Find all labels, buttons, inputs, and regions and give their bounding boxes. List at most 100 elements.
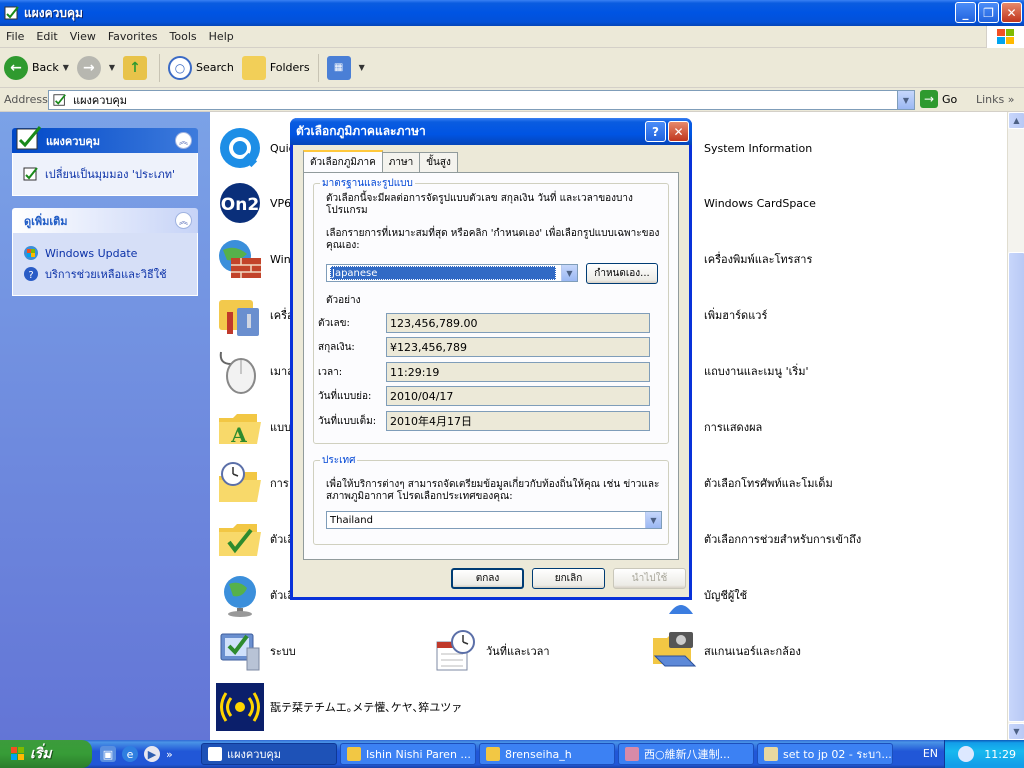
scroll-down-icon[interactable]: ▼ (1008, 723, 1024, 740)
menu-file[interactable]: File (0, 30, 30, 43)
task-label: set to jp 02 - ระบา... (783, 748, 892, 761)
start-button[interactable]: เริ่ม (0, 740, 92, 768)
task-control-panel[interactable]: แผงควบคุม (201, 743, 337, 765)
menu-view[interactable]: View (64, 30, 102, 43)
task-app-3[interactable]: 西○維新八連制... (618, 743, 754, 765)
phone-modem-label: ตัวเลือกโทรศัพท์และโมเด็ม (704, 477, 833, 490)
windows-update-link[interactable]: Windows Update (23, 245, 187, 261)
windows-logo-icon (986, 26, 1024, 48)
see-also-section-header[interactable]: ดูเพิ่มเติม (12, 208, 198, 233)
system-icon (216, 627, 264, 675)
format-select[interactable]: Japanese ▼ (326, 264, 578, 282)
maximize-button[interactable]: ❐ (978, 2, 999, 23)
regional-language-dialog: ตัวเลือกภูมิภาคและภาษา ? ✕ ตัวเลือกภูมิภ… (290, 118, 692, 600)
regional-options-item[interactable]: ตัวเลื (216, 571, 294, 619)
vp6-item[interactable]: On2 VP6 (216, 179, 291, 227)
menu-tools[interactable]: Tools (164, 30, 203, 43)
go-label: Go (942, 92, 958, 106)
show-desktop-icon[interactable]: ▣ (100, 746, 116, 762)
address-dropdown-icon[interactable]: ▼ (897, 91, 914, 109)
help-and-support-link[interactable]: ? บริการช่วยเหลือและวิธีใช้ (23, 265, 187, 283)
customize-button[interactable]: กำหนดเอง... (586, 263, 658, 284)
vp6-label: VP6 (270, 196, 292, 210)
close-button[interactable]: ✕ (1001, 2, 1022, 23)
format-selected-value: Japanese (330, 266, 556, 280)
task-paint[interactable]: set to jp 02 - ระบา... (757, 743, 893, 765)
window-titlebar[interactable]: แผงควบคุม _ ❐ ✕ (0, 0, 1024, 26)
search-button[interactable]: ○ Search (164, 51, 238, 85)
media-player-icon[interactable]: ▶ (144, 746, 160, 762)
tray-expand-icon[interactable] (958, 746, 975, 762)
switch-to-category-view-link[interactable]: เปลี่ยนเป็นมุมมอง 'ประเภท' (23, 165, 187, 183)
quicktime-item[interactable]: Quic (216, 124, 295, 172)
see-also-section: ดูเพิ่มเติม ︽ Windows Update ? บริการช่ว… (12, 208, 198, 296)
forward-arrow-icon: → (76, 55, 101, 80)
dialog-close-button[interactable]: ✕ (668, 121, 689, 142)
collapse-chevron-icon[interactable]: ︽ (175, 212, 192, 229)
quick-launch-more-icon[interactable]: » (166, 748, 173, 761)
administrative-tools-icon (216, 291, 264, 339)
control-panel-section-title: แผงควบคุม (46, 134, 101, 148)
menu-edit[interactable]: Edit (30, 30, 63, 43)
views-dropdown-icon[interactable]: ▼ (359, 63, 365, 72)
clock[interactable]: 11:29 (984, 748, 1016, 761)
scheduled-tasks-item[interactable]: การ (216, 459, 289, 507)
scroll-thumb[interactable] (1008, 252, 1024, 722)
dialog-tabs: ตัวเลือกภูมิภาค ภาษา ขั้นสูง (303, 150, 458, 172)
admin-tools-item[interactable]: เครื่อ (216, 291, 294, 339)
location-legend: ประเทศ (322, 455, 356, 466)
address-input[interactable]: แผงควบคุม ▼ (48, 90, 915, 110)
location-dropdown-icon[interactable]: ▼ (645, 512, 661, 528)
scroll-up-icon[interactable]: ▲ (1008, 112, 1024, 129)
forward-dropdown-icon[interactable]: ▼ (109, 63, 115, 72)
minimize-button[interactable]: _ (955, 2, 976, 23)
date-and-time-icon (432, 627, 480, 675)
task-label: 西○維新八連制... (644, 748, 731, 761)
language-indicator[interactable]: EN (923, 747, 938, 760)
date-time-item[interactable]: วันที่และเวลา (432, 627, 550, 675)
apply-button[interactable]: นำไปใช้ (613, 568, 686, 589)
mouse-item[interactable]: เมาส์ (216, 347, 294, 395)
control-panel-icon (4, 6, 19, 20)
task-label: 8renseiha_h (505, 747, 572, 761)
windows-firewall-item[interactable]: Wind (216, 235, 298, 283)
forward-button[interactable]: → ▼ (73, 51, 119, 85)
scheduled-tasks-icon (216, 459, 264, 507)
back-button[interactable]: ← Back ▼ (0, 51, 73, 85)
folders-button[interactable]: Folders (238, 51, 314, 85)
tab-languages[interactable]: ภาษา (381, 152, 421, 172)
format-dropdown-icon[interactable]: ▼ (561, 265, 577, 281)
scanners-cameras-item[interactable]: สแกนเนอร์และกล้อง (650, 627, 801, 675)
internet-explorer-icon[interactable]: e (122, 746, 138, 762)
collapse-chevron-icon[interactable]: ︽ (175, 132, 192, 149)
system-tray: 11:29 (944, 740, 1024, 768)
vertical-scrollbar[interactable]: ▲ ▼ (1007, 112, 1024, 740)
location-select[interactable]: Thailand ▼ (326, 511, 662, 529)
up-folder-button[interactable]: ↑ (119, 51, 155, 85)
switch-to-category-view-label: เปลี่ยนเป็นมุมมอง 'ประเภท' (45, 168, 176, 181)
tab-regional-options[interactable]: ตัวเลือกภูมิภาค (303, 150, 383, 172)
views-grid-icon: ▦ (326, 55, 351, 80)
task-folder-1[interactable]: Ishin Nishi Paren ... (340, 743, 476, 765)
go-button[interactable]: → Go (920, 90, 957, 108)
views-button[interactable]: ▦ ▼ (323, 51, 369, 85)
help-and-support-label: บริการช่วยเหลือและวิธีใช้ (45, 268, 167, 281)
fonts-label: แบบ (270, 421, 292, 434)
tab-advanced[interactable]: ขั้นสูง (419, 152, 458, 172)
cancel-button[interactable]: ยกเลิก (532, 568, 605, 589)
back-dropdown-icon[interactable]: ▼ (63, 63, 69, 72)
regional-options-panel: มาตรฐานและรูปแบบ ตัวเลือกนี้จะมีผลต่อการ… (303, 172, 679, 560)
task-folder-2[interactable]: 8renseiha_h (479, 743, 615, 765)
links-button[interactable]: Links » (976, 93, 1015, 106)
ok-button[interactable]: ตกลง (451, 568, 524, 589)
sample-short-date-value: 2010/04/17 (386, 386, 650, 406)
sample-currency-value: ¥123,456,789 (386, 337, 650, 357)
dialog-help-button[interactable]: ? (645, 121, 666, 142)
menu-help[interactable]: Help (203, 30, 240, 43)
menu-favorites[interactable]: Favorites (102, 30, 164, 43)
system-item[interactable]: ระบบ (216, 627, 296, 675)
fonts-item[interactable]: A แบบ (216, 403, 291, 451)
dialog-titlebar[interactable]: ตัวเลือกภูมิภาคและภาษา ? ✕ (290, 118, 692, 145)
folder-options-item[interactable]: ตัวเลื (216, 515, 294, 563)
unknown-audio-item[interactable]: 翫テ栞テチムエ｡メテ懽､ケヤ､猝ユツァ (216, 683, 462, 731)
